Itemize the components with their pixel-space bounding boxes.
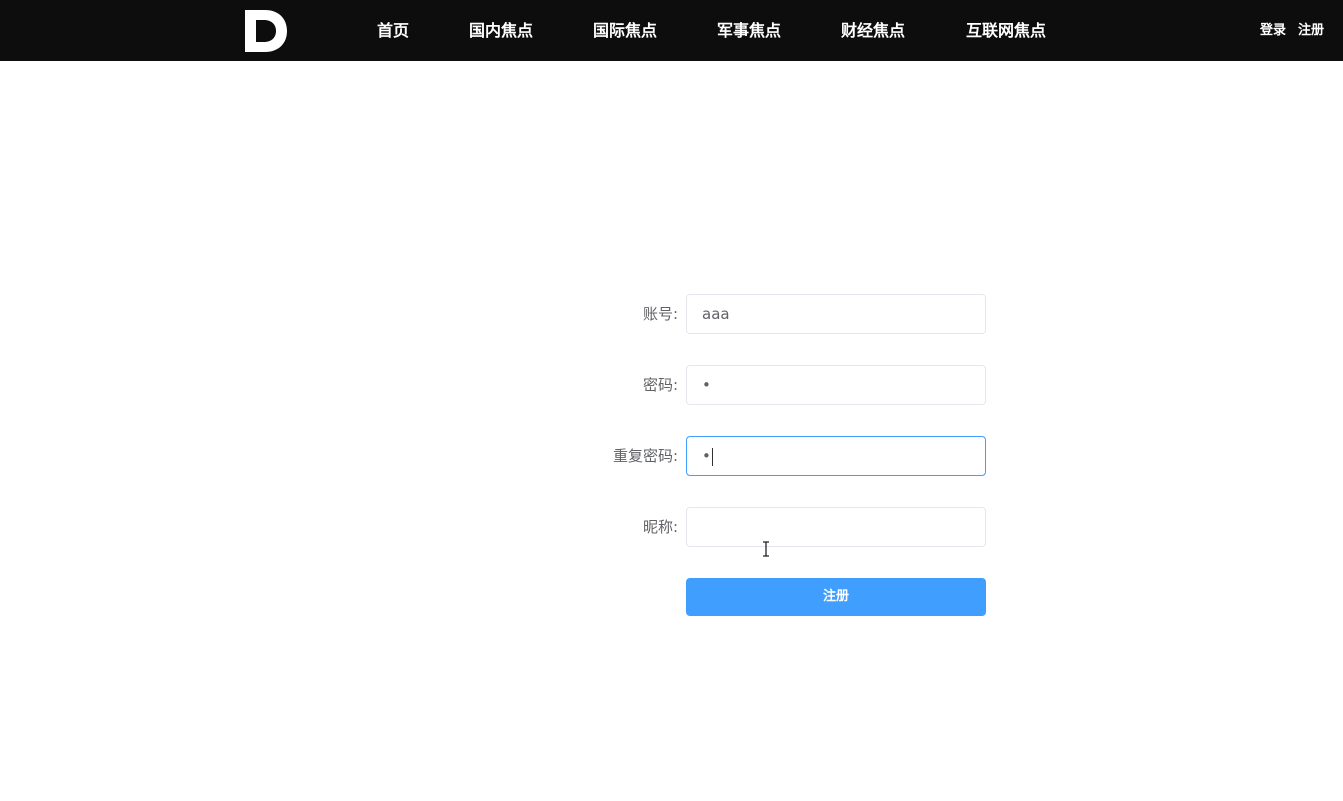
nickname-row: 昵称: — [560, 507, 990, 547]
top-navigation-bar: 首页 国内焦点 国际焦点 军事焦点 财经焦点 互联网焦点 登录 注册 — [0, 0, 1343, 61]
password-input[interactable]: • — [686, 365, 986, 405]
password-label: 密码: — [642, 376, 678, 394]
account-label: 账号: — [642, 305, 678, 323]
repeat-password-input[interactable]: • — [686, 436, 986, 476]
text-cursor-icon — [763, 541, 769, 557]
repeat-password-label: 重复密码: — [612, 447, 678, 465]
nav-item-domestic[interactable]: 国内焦点 — [469, 0, 533, 61]
password-row: 密码: • — [560, 365, 990, 405]
nickname-label: 昵称: — [642, 518, 678, 536]
nav-item-internet[interactable]: 互联网焦点 — [966, 0, 1046, 61]
account-row: 账号: aaa — [560, 294, 990, 334]
nickname-input[interactable] — [686, 507, 986, 547]
login-link[interactable]: 登录 — [1260, 0, 1286, 61]
nav-item-home[interactable]: 首页 — [377, 0, 409, 61]
register-submit-button[interactable]: 注册 — [686, 578, 986, 616]
account-input[interactable]: aaa — [686, 294, 986, 334]
nav-item-international[interactable]: 国际焦点 — [593, 0, 657, 61]
repeat-password-value: • — [702, 447, 711, 465]
register-link[interactable]: 注册 — [1298, 0, 1324, 61]
nav-item-military[interactable]: 军事焦点 — [717, 0, 781, 61]
repeat-password-row: 重复密码: • — [560, 436, 990, 476]
nav-item-finance[interactable]: 财经焦点 — [841, 0, 905, 61]
text-caret — [711, 447, 713, 466]
d-logo-icon[interactable] — [245, 10, 289, 52]
